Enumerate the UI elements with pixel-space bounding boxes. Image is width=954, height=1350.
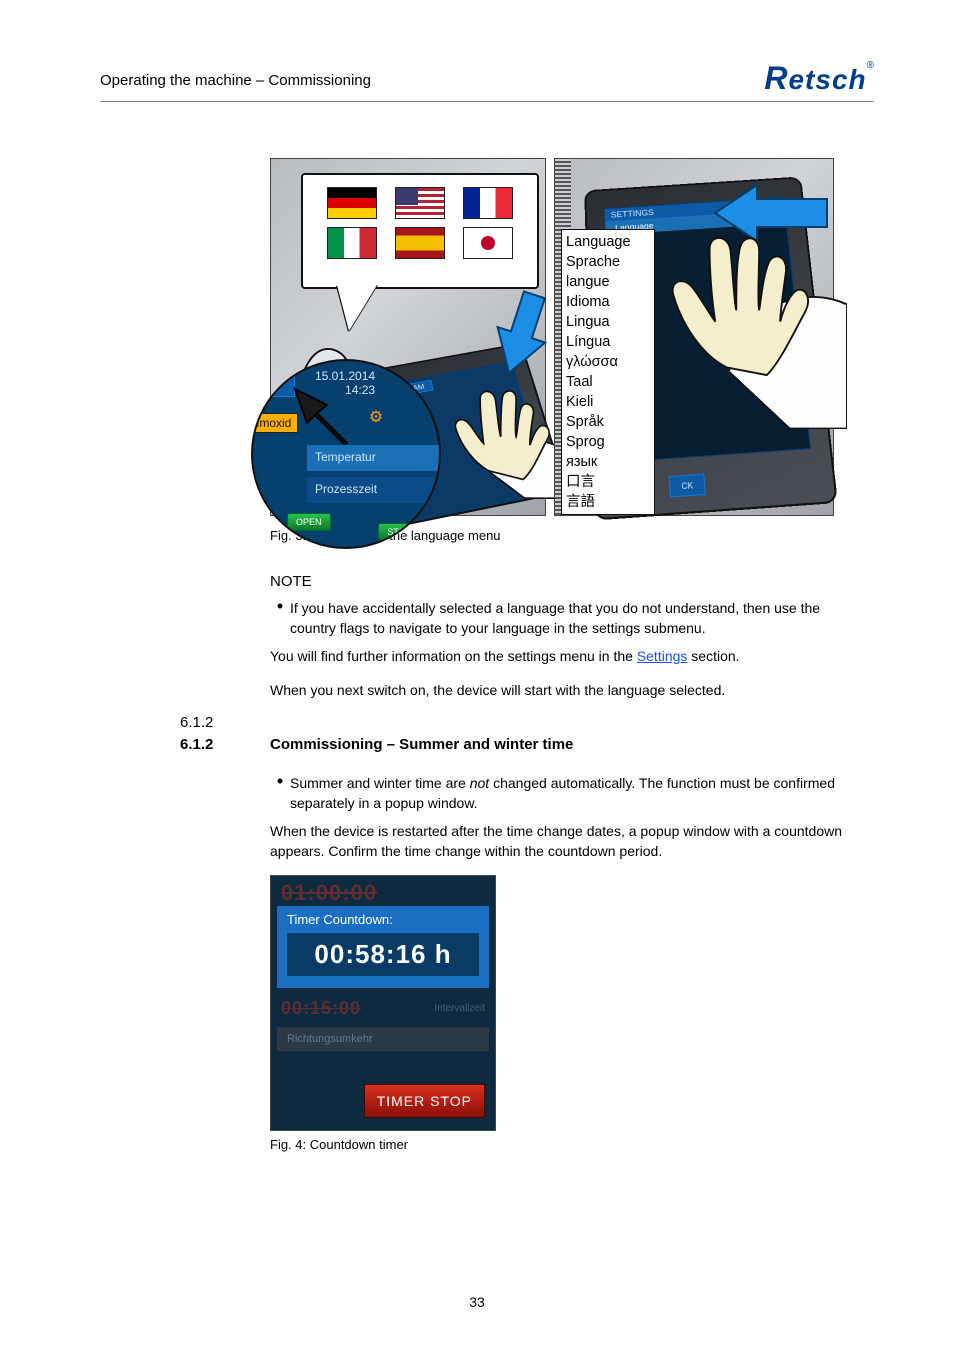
lang-item[interactable]: 口言 bbox=[566, 472, 650, 492]
figure-language-navigation: ... PROGRAM ▼ 15.01.201414:23 bbox=[270, 158, 860, 516]
note-paragraph-2: When you next switch on, the device will… bbox=[270, 680, 860, 700]
gear-icon: ⚙ bbox=[363, 407, 389, 429]
page-header-title: Operating the machine – Commissioning bbox=[100, 72, 371, 97]
illustration-panel-right: SETTINGS 01.2014 Language Date CK bbox=[554, 158, 834, 516]
start-button[interactable]: START bbox=[378, 523, 425, 541]
flag-usa-icon bbox=[395, 187, 445, 219]
open-button[interactable]: OPEN bbox=[287, 513, 331, 531]
zoom-tag-label: ımoxid bbox=[251, 413, 298, 433]
interval-label: Intervallzeit bbox=[434, 1003, 485, 1014]
section-heading: 6.1.2Commissioning – Summer and winter t… bbox=[270, 736, 860, 753]
language-list-popup: Language Sprache langue Idioma Lingua Lí… bbox=[561, 229, 655, 515]
flag-france-icon bbox=[463, 187, 513, 219]
flag-germany-icon bbox=[327, 187, 377, 219]
lang-item[interactable]: Language bbox=[566, 232, 650, 252]
lang-item[interactable]: Språk bbox=[566, 412, 650, 432]
lang-item[interactable]: Idioma bbox=[566, 292, 650, 312]
lang-item[interactable]: 言語 bbox=[566, 492, 650, 512]
hand-pointing-icon bbox=[637, 199, 847, 429]
timer-popup: Timer Countdown: 00:58:16 h bbox=[277, 906, 489, 988]
timer-stop-button[interactable]: TIMER STOP bbox=[364, 1084, 485, 1118]
timer-faded-top: 01:00:00 bbox=[271, 876, 495, 906]
arrow-pointer-blue-icon bbox=[481, 287, 551, 377]
zoom-circle: ▼ 15.01.201414:23 ımoxid ⚙ Temperatur Pr… bbox=[251, 359, 441, 549]
settings-link[interactable]: Settings bbox=[637, 648, 688, 664]
lang-item[interactable]: langue bbox=[566, 272, 650, 292]
zoom-row-processtime: Prozesszeit bbox=[307, 477, 439, 503]
lang-item[interactable]: Taal bbox=[566, 372, 650, 392]
note-paragraph: You will find further information on the… bbox=[270, 646, 860, 666]
section-paragraph: When the device is restarted after the t… bbox=[270, 821, 860, 861]
lang-item[interactable]: язык bbox=[566, 452, 650, 472]
lang-item[interactable]: Sprog bbox=[566, 432, 650, 452]
section-number: 6.1.2 bbox=[180, 714, 213, 731]
flag-italy-icon bbox=[327, 227, 377, 259]
flag-japan-icon bbox=[463, 227, 513, 259]
note-bullet-text: If you have accidentally selected a lang… bbox=[290, 598, 860, 638]
header-divider bbox=[100, 101, 874, 102]
lang-item[interactable]: γλώσσα bbox=[566, 352, 650, 372]
direction-reverse-row: Richtungsumkehr bbox=[277, 1027, 489, 1051]
hand-pointing-icon bbox=[439, 369, 559, 499]
figure-timer-countdown: 01:00:00 Timer Countdown: 00:58:16 h 00:… bbox=[270, 875, 496, 1131]
flag-spain-icon bbox=[395, 227, 445, 259]
lang-item[interactable]: Língua bbox=[566, 332, 650, 352]
bullet-icon: • bbox=[270, 598, 290, 638]
figure-caption: Fig. 4: Countdown timer bbox=[270, 1137, 860, 1152]
brand-logo: RRetschetsch® bbox=[764, 60, 874, 97]
timer-label: Timer Countdown: bbox=[287, 912, 479, 927]
note-heading: NOTE bbox=[270, 573, 860, 590]
lang-item[interactable]: Lingua bbox=[566, 312, 650, 332]
lang-item[interactable]: Sprache bbox=[566, 252, 650, 272]
timer-value: 00:58:16 h bbox=[287, 933, 479, 976]
back-button[interactable]: CK bbox=[669, 474, 706, 498]
timer-faded-mid: 00:15:00 bbox=[281, 998, 361, 1019]
illustration-panel-left: ... PROGRAM ▼ 15.01.201414:23 bbox=[270, 158, 546, 516]
lang-item[interactable]: Kieli bbox=[566, 392, 650, 412]
bullet-icon: • bbox=[270, 773, 290, 813]
speech-bubble: ... bbox=[301, 173, 539, 289]
page-number: 33 bbox=[469, 1294, 485, 1310]
zoom-row-temperature: Temperatur bbox=[307, 445, 439, 471]
section-bullet-text: Summer and winter time are not changed a… bbox=[290, 773, 860, 813]
